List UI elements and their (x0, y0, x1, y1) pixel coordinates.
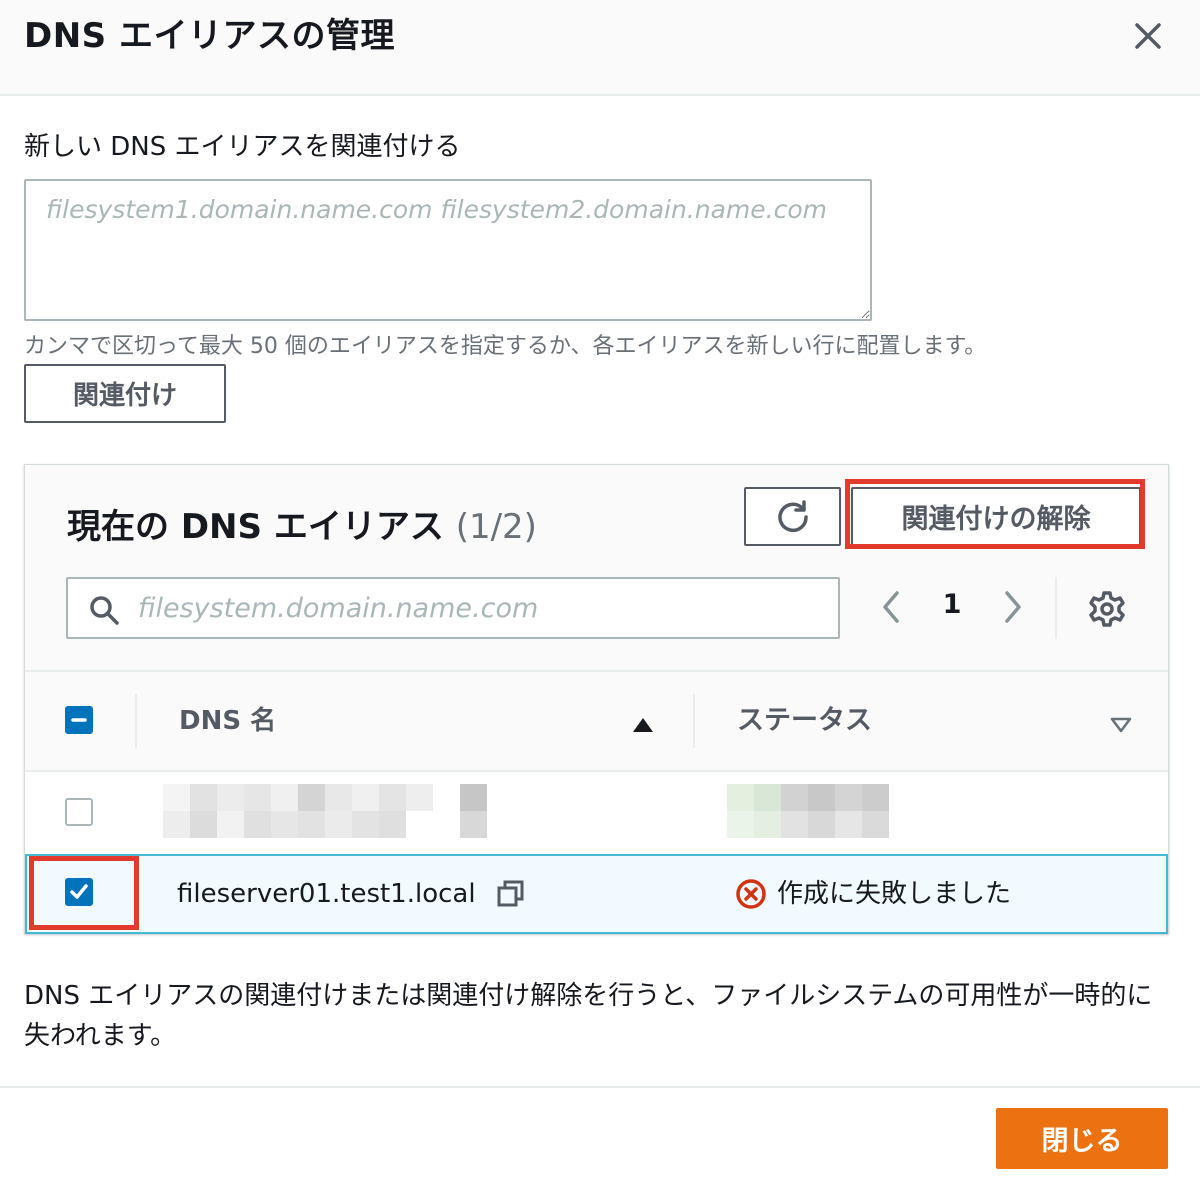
checkmark-icon (70, 884, 88, 899)
table-row-selected[interactable]: fileserver01.test1.local 作成に失敗しました (25, 854, 1168, 934)
gear-icon (1089, 591, 1125, 627)
new-alias-textarea[interactable] (24, 179, 872, 321)
copy-button[interactable] (495, 878, 527, 910)
error-icon (736, 879, 766, 909)
sort-descending-icon[interactable] (1109, 716, 1133, 734)
close-button[interactable]: 閉じる (996, 1108, 1168, 1169)
row-checkbox[interactable] (65, 798, 93, 826)
table-heading: 現在の DNS エイリアス (1/2) (67, 505, 537, 549)
redacted-status (727, 784, 889, 838)
modal-header: DNS エイリアスの管理 (0, 0, 1200, 96)
column-header-status[interactable]: ステータス (737, 704, 872, 738)
column-divider (693, 694, 695, 748)
modal-footer: 閉じる (0, 1086, 1200, 1185)
dns-name: fileserver01.test1.local (177, 879, 476, 909)
close-icon (1135, 23, 1161, 49)
refresh-icon (777, 499, 808, 532)
table-header-row: DNS 名 ステータス (25, 670, 1168, 770)
current-aliases-table: 現在の DNS エイリアス (1/2) 関連付けの解除 1 (24, 464, 1169, 934)
table-selection-count: (1/2) (455, 507, 537, 547)
row-checkbox[interactable] (65, 878, 93, 906)
table-row[interactable] (25, 770, 1168, 854)
manage-dns-aliases-modal: DNS エイリアスの管理 新しい DNS エイリアスを関連付ける カンマで区切っ… (0, 0, 1200, 1185)
search-input[interactable] (136, 587, 826, 629)
page-number-button[interactable]: 1 (937, 587, 967, 623)
chevron-right-icon (1005, 591, 1021, 623)
chevron-left-icon (883, 591, 899, 623)
select-all-checkbox[interactable] (65, 706, 93, 734)
column-header-dns-name[interactable]: DNS 名 (179, 704, 276, 738)
status-text: 作成に失敗しました (777, 879, 1012, 909)
column-divider (135, 694, 137, 748)
new-alias-label: 新しい DNS エイリアスを関連付ける (24, 132, 461, 162)
search-icon (90, 596, 119, 625)
table-settings-button[interactable] (1087, 589, 1127, 629)
table-heading-text: 現在の DNS エイリアス (67, 507, 444, 547)
new-alias-hint: カンマで区切って最大 50 個のエイリアスを指定するか、各エイリアスを新しい行に… (24, 334, 987, 359)
availability-warning: DNS エイリアスの関連付けまたは関連付け解除を行うと、ファイルシステムの可用性… (24, 981, 1153, 1051)
sort-ascending-icon[interactable] (631, 716, 655, 734)
close-icon-button[interactable] (1126, 16, 1170, 56)
modal-title: DNS エイリアスの管理 (24, 16, 396, 56)
copy-icon (497, 880, 524, 907)
associate-button[interactable]: 関連付け (24, 364, 226, 423)
redacted-dns-name (163, 784, 487, 838)
indeterminate-icon (71, 718, 87, 722)
refresh-button[interactable] (744, 487, 841, 546)
disassociate-button[interactable]: 関連付けの解除 (851, 487, 1141, 546)
previous-page-button[interactable] (877, 589, 907, 625)
search-box (66, 577, 840, 639)
next-page-button[interactable] (997, 589, 1027, 625)
pager-divider (1055, 577, 1057, 639)
